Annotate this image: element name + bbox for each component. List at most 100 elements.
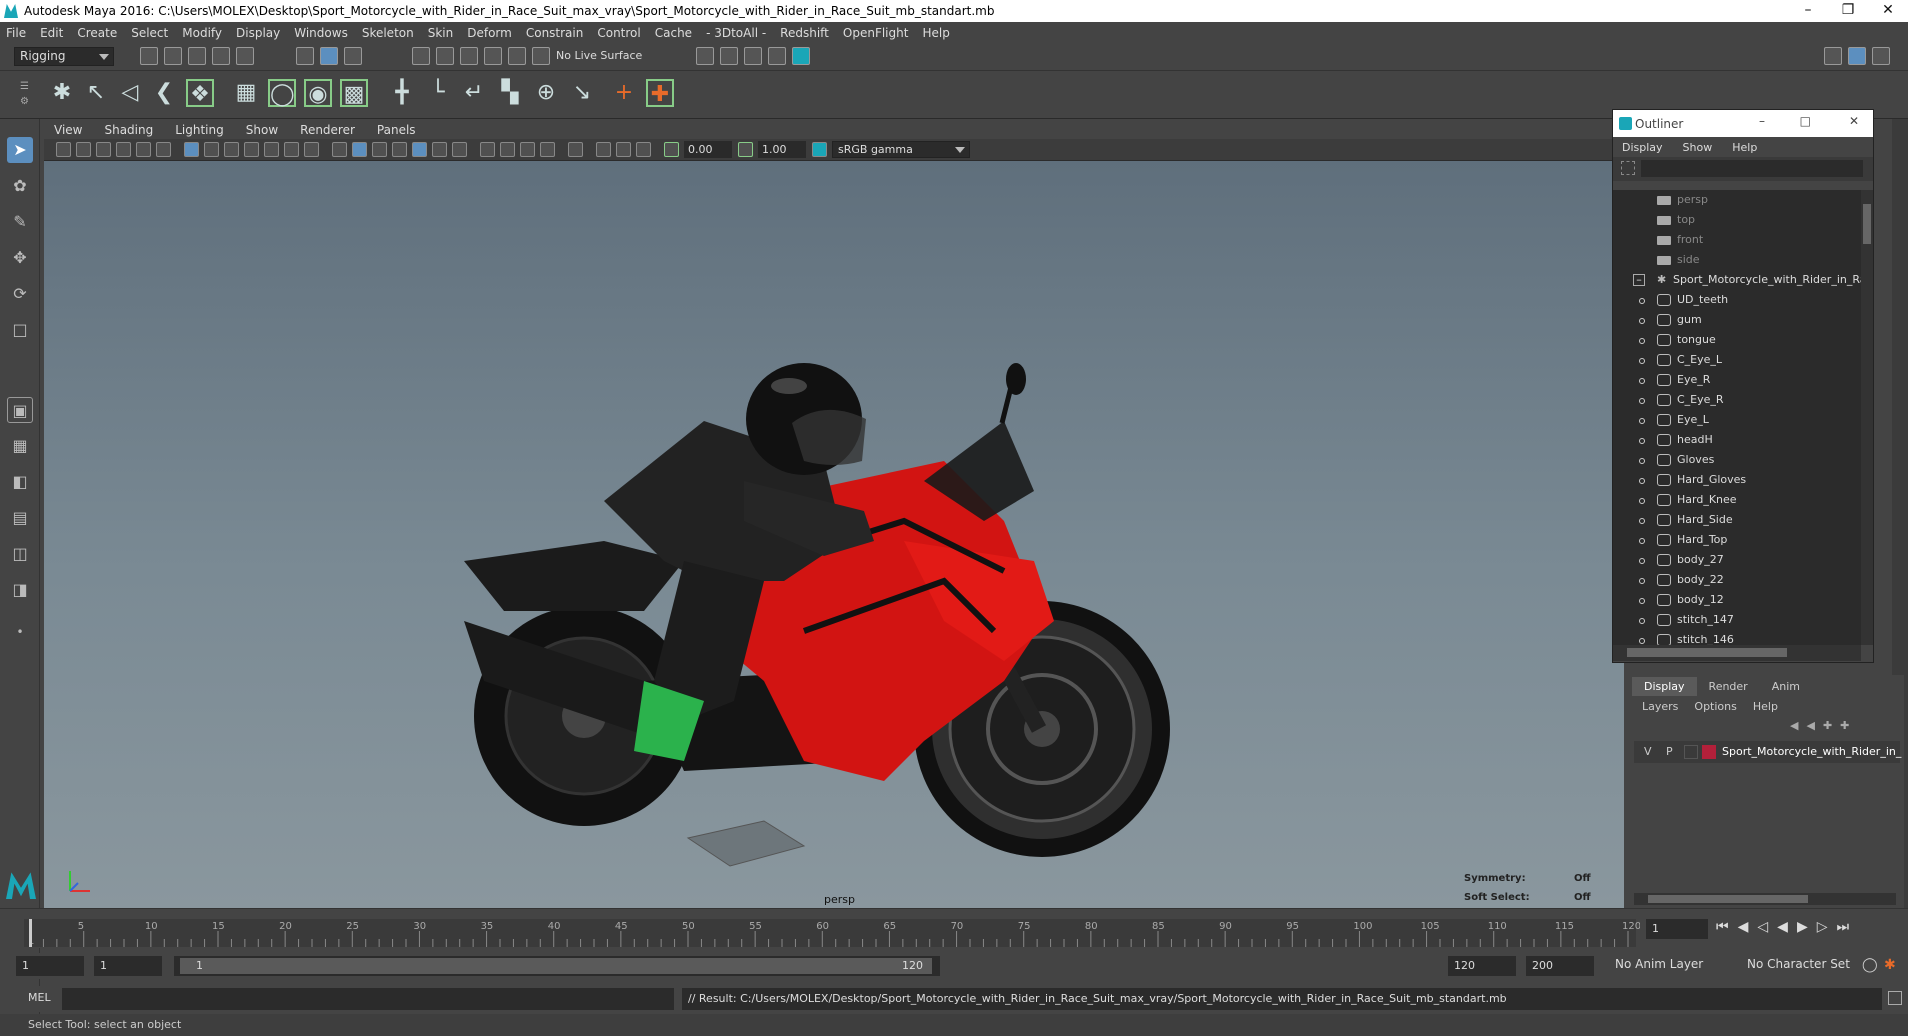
paint-select-icon[interactable]: ✎ (7, 209, 33, 235)
outliner-item-stitch-146[interactable]: stitch_146 (1613, 630, 1861, 645)
outliner-item-root[interactable]: – ✱ Sport_Motorcycle_with_Rider_in_Ra (1613, 270, 1861, 290)
outliner-v-scrollbar[interactable] (1861, 190, 1873, 645)
exposure-field[interactable]: 0.00 (684, 141, 732, 158)
depth-of-field-icon[interactable] (540, 142, 555, 157)
persp-outliner-icon[interactable]: ◧ (7, 469, 33, 495)
render-view-icon[interactable] (696, 47, 714, 65)
move-layer-down-icon[interactable]: ◀ (1806, 719, 1822, 732)
layer-h-scrollbar[interactable] (1634, 893, 1896, 905)
lattice-icon[interactable]: └ (424, 79, 452, 107)
camera-lock-icon[interactable] (76, 142, 91, 157)
redo-icon[interactable] (236, 47, 254, 65)
open-scene-icon[interactable] (164, 47, 182, 65)
layer-row[interactable]: V P Sport_Motorcycle_with_Rider_in_ (1634, 741, 1901, 763)
panel-menu-panels[interactable]: Panels (377, 123, 416, 137)
channel-box-toggle-icon[interactable] (1848, 47, 1866, 65)
ambient-occlusion-icon[interactable] (480, 142, 495, 157)
outliner-item-ud-teeth[interactable]: UD_teeth (1613, 290, 1861, 310)
preferences-icon[interactable]: ✱ (1884, 957, 1896, 973)
four-view-icon[interactable]: ▦ (7, 433, 33, 459)
outliner-item-stitch-147[interactable]: stitch_147 (1613, 610, 1861, 630)
exposure-icon[interactable] (664, 142, 679, 157)
outliner-menu-show[interactable]: Show (1683, 141, 1713, 154)
aim-constraint-icon[interactable]: ↘ (568, 79, 596, 107)
gamma-icon[interactable] (738, 142, 753, 157)
mirror-joint-icon[interactable]: ◁ (116, 79, 144, 107)
outliner-item-body-12[interactable]: body_12 (1613, 590, 1861, 610)
snap-point-icon[interactable] (460, 47, 478, 65)
wrap-icon[interactable]: ↵ (460, 79, 488, 107)
image-plane-icon[interactable] (116, 142, 131, 157)
end-frame-field[interactable]: 200 (1526, 956, 1594, 976)
field-chart-icon[interactable] (264, 142, 279, 157)
panel-menu-lighting[interactable]: Lighting (175, 123, 224, 137)
outliner-item-c-eye-l[interactable]: C_Eye_L (1613, 350, 1861, 370)
new-layer-icon[interactable]: ✚ (1823, 719, 1840, 732)
live-surface-label[interactable]: No Live Surface (556, 49, 642, 62)
new-layer-selected-icon[interactable]: ✚ (1840, 719, 1857, 732)
workspace-layout-icon[interactable] (1824, 47, 1842, 65)
attribute-editor-toggle-icon[interactable] (1872, 47, 1890, 65)
mel-label[interactable]: MEL (28, 991, 51, 1004)
layer-menu-options[interactable]: Options (1694, 700, 1736, 713)
ik-handle-icon[interactable]: ❮ (150, 79, 178, 107)
menu-file[interactable]: File (6, 26, 26, 40)
time-slider[interactable]: 1510152025303540455055606570758085909510… (0, 908, 1908, 948)
new-scene-icon[interactable] (140, 47, 158, 65)
go-to-end-icon[interactable]: ⏭ (1837, 919, 1859, 935)
outliner-item-gloves[interactable]: Gloves (1613, 450, 1861, 470)
grease-pencil-icon[interactable] (156, 142, 171, 157)
menu-edit[interactable]: Edit (40, 26, 63, 40)
menu-constrain[interactable]: Constrain (526, 26, 584, 40)
select-hierarchy-icon[interactable] (296, 47, 314, 65)
layer-color-swatch[interactable] (1702, 745, 1716, 759)
range-bar[interactable]: 1 120 (174, 956, 940, 976)
outliner-item-gum[interactable]: gum (1613, 310, 1861, 330)
motion-blur-icon[interactable] (500, 142, 515, 157)
color-management-icon[interactable] (812, 142, 827, 157)
menu-windows[interactable]: Windows (294, 26, 348, 40)
default-material-icon[interactable] (372, 142, 387, 157)
filter-icon[interactable] (1621, 161, 1635, 175)
current-frame-field[interactable]: 1 (1646, 919, 1708, 939)
menu-deform[interactable]: Deform (467, 26, 512, 40)
film-gate-icon[interactable] (204, 142, 219, 157)
collapse-icon[interactable]: – (1633, 274, 1645, 286)
ruler-background[interactable] (24, 919, 1636, 947)
ik-spline-icon[interactable]: ❖ (186, 79, 214, 107)
locator-icon[interactable]: + (610, 79, 638, 107)
joint-tool-icon[interactable]: ✱ (48, 79, 76, 107)
layer-menu-layers[interactable]: Layers (1642, 700, 1678, 713)
play-forward-icon[interactable]: ▶ (1797, 919, 1817, 935)
menu-3dtoall[interactable]: - 3DtoAll - (706, 26, 766, 40)
panel-menu-renderer[interactable]: Renderer (300, 123, 355, 137)
time-ruler[interactable]: 1510152025303540455055606570758085909510… (0, 909, 1640, 949)
outliner-close-icon[interactable]: ✕ (1849, 114, 1859, 128)
shadows-icon[interactable] (452, 142, 467, 157)
snap-curve-icon[interactable] (436, 47, 454, 65)
menu-modify[interactable]: Modify (182, 26, 222, 40)
xray-components-icon[interactable] (636, 142, 651, 157)
snap-vertex-icon[interactable] (532, 47, 550, 65)
go-to-start-icon[interactable]: ⏮ (1716, 919, 1738, 935)
outliner-search-input[interactable] (1641, 160, 1863, 177)
anti-aliasing-icon[interactable] (520, 142, 535, 157)
wireframe-icon[interactable] (332, 142, 347, 157)
hypershade-persp-icon[interactable]: ◫ (7, 541, 33, 567)
character-set-dropdown[interactable]: No Character Set (1742, 956, 1854, 976)
outliner-item-body-27[interactable]: body_27 (1613, 550, 1861, 570)
outliner-item-body-22[interactable]: body_22 (1613, 570, 1861, 590)
resolution-gate-icon[interactable] (224, 142, 239, 157)
step-back-icon[interactable]: ◀ (1738, 919, 1758, 935)
layer-menu-help[interactable]: Help (1753, 700, 1778, 713)
outliner-item-eye-l[interactable]: Eye_L (1613, 410, 1861, 430)
wireframe-on-shaded-icon[interactable] (392, 142, 407, 157)
outliner-item-eye-r[interactable]: Eye_R (1613, 370, 1861, 390)
step-forward-icon[interactable]: ▷ (1817, 919, 1837, 935)
mel-input[interactable] (62, 988, 674, 1010)
outliner-menu-display[interactable]: Display (1622, 141, 1663, 154)
smooth-shade-icon[interactable] (352, 142, 367, 157)
insert-joint-icon[interactable]: ↖ (82, 79, 110, 107)
interactive-bind-icon[interactable]: ◉ (304, 79, 332, 107)
bookmark-icon[interactable] (96, 142, 111, 157)
